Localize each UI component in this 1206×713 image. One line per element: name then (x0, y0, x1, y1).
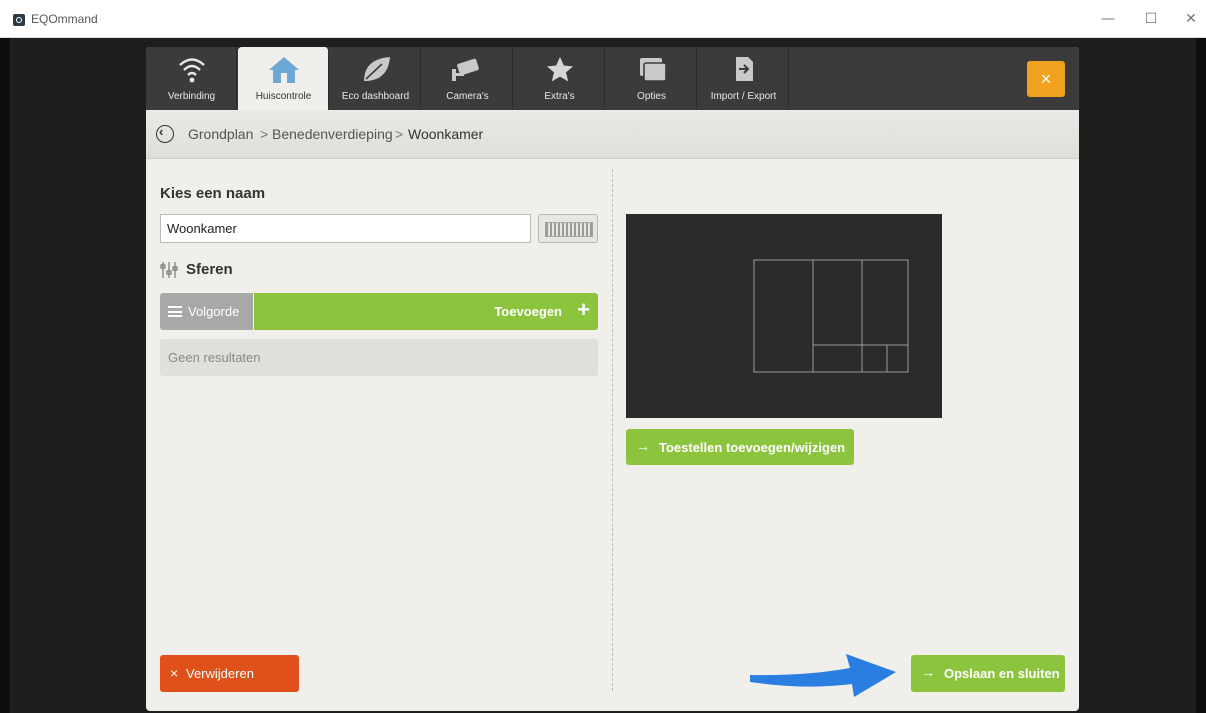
tab-opties[interactable]: Opties (606, 47, 697, 110)
app-logo-icon (13, 14, 25, 26)
back-button[interactable]: ‹ (156, 124, 174, 143)
tab-import-export[interactable]: Import / Export (698, 47, 789, 110)
arrow-right-icon: → (921, 664, 935, 680)
background-strip-right (1196, 38, 1206, 713)
window-titlebar: EQOmmand — ☐ ✕ (0, 0, 1206, 38)
breadcrumb-item-woonkamer: Woonkamer (408, 126, 484, 142)
annotation-arrow-icon (750, 654, 896, 697)
window-close-button[interactable]: ✕ (1176, 8, 1206, 30)
tab-label: Opties (637, 91, 666, 102)
keyboard-icon (545, 222, 593, 237)
close-icon: × (170, 665, 179, 681)
name-input[interactable] (160, 214, 531, 243)
tab-verbinding[interactable]: Verbinding (146, 47, 237, 110)
sferen-title: Sferen (186, 261, 233, 278)
tab-label: Huiscontrole (255, 91, 312, 102)
save-and-close-button[interactable]: → Opslaan en sluiten (911, 655, 1065, 692)
delete-label: Verwijderen (186, 666, 254, 681)
main-panel: Verbinding Huiscontrole Eco dashboard Ca… (146, 47, 1079, 711)
floorplan-preview (626, 214, 942, 418)
name-section-title: Kies een naam (160, 185, 266, 202)
arrow-right-icon: → (636, 438, 650, 454)
plus-icon: + (577, 297, 590, 322)
tab-extras[interactable]: Extra's (514, 47, 605, 110)
save-label: Opslaan en sluiten (944, 666, 1060, 681)
import-export-icon (698, 55, 789, 85)
star-icon (514, 55, 605, 85)
column-divider (612, 169, 613, 691)
tab-label: Camera's (446, 91, 489, 102)
tab-huiscontrole[interactable]: Huiscontrole (238, 47, 329, 110)
tab-label: Import / Export (710, 91, 777, 102)
home-icon (238, 55, 329, 85)
scenes-icon (160, 262, 178, 278)
tab-label: Eco dashboard (341, 91, 410, 102)
breadcrumb-separator: > (395, 126, 404, 142)
camera-icon (422, 55, 513, 85)
tab-label: Extra's (544, 91, 575, 102)
wifi-icon (146, 55, 237, 85)
breadcrumb-item-grondplan[interactable]: Grondplan (188, 126, 253, 142)
tab-eco-dashboard[interactable]: Eco dashboard (330, 47, 421, 110)
close-panel-button[interactable]: × (1027, 61, 1065, 97)
window-title: EQOmmand (31, 12, 98, 26)
empty-results-text: Geen resultaten (168, 350, 261, 365)
delete-button[interactable]: × Verwijderen (160, 655, 299, 692)
maximize-button[interactable]: ☐ (1136, 8, 1166, 30)
minimize-button[interactable]: — (1093, 8, 1123, 30)
toestellen-label: Toestellen toevoegen/wijzigen (659, 440, 846, 455)
toestellen-button[interactable]: → Toestellen toevoegen/wijzigen (626, 429, 854, 465)
tab-label: Verbinding (167, 91, 216, 102)
breadcrumb-separator: > (260, 126, 269, 142)
menu-icon (168, 306, 182, 317)
tab-bar: Verbinding Huiscontrole Eco dashboard Ca… (146, 47, 1079, 110)
empty-results-row: Geen resultaten (160, 339, 598, 376)
options-icon (606, 55, 697, 85)
keyboard-button[interactable] (538, 214, 598, 243)
chevron-left-icon: ‹ (159, 124, 164, 139)
breadcrumb-item-benedenverdieping[interactable]: Benedenverdieping (272, 126, 393, 142)
volgorde-button[interactable]: Volgorde (160, 293, 253, 330)
tab-cameras[interactable]: Camera's (422, 47, 513, 110)
volgorde-label: Volgorde (188, 304, 240, 319)
breadcrumb: ‹ Grondplan > Benedenverdieping > Woonka… (146, 110, 1079, 159)
toevoegen-label: Toevoegen (494, 304, 562, 319)
toevoegen-button[interactable]: Toevoegen + (254, 293, 598, 330)
leaf-icon (330, 55, 421, 85)
background-strip-left (0, 38, 10, 713)
